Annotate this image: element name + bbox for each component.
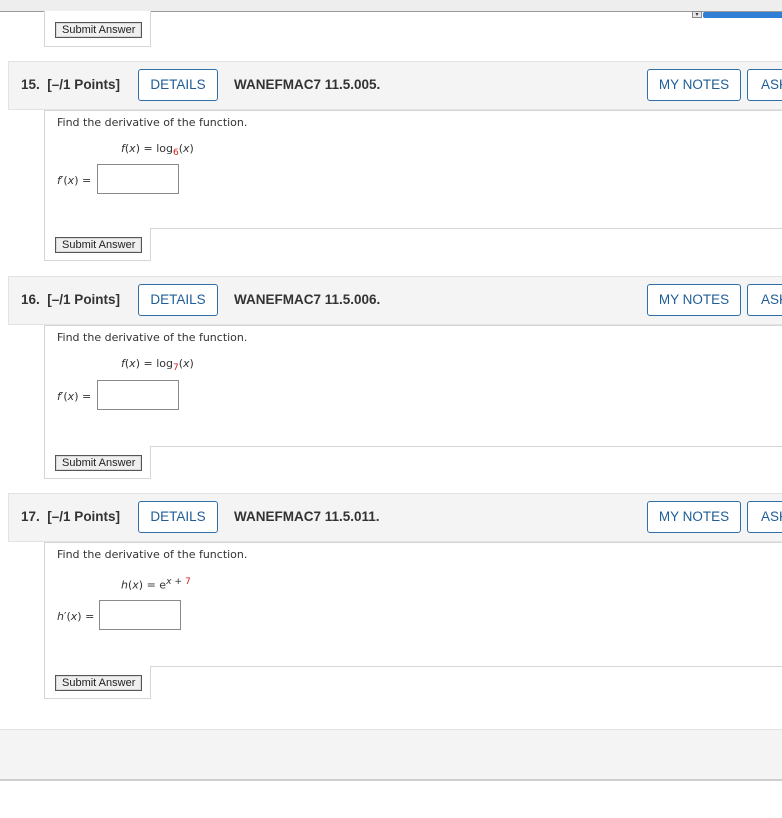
- details-button[interactable]: DETAILS: [138, 501, 218, 533]
- ask-your-teacher-button[interactable]: ASK YOUR TEACHER: [747, 69, 782, 101]
- divider: [150, 666, 782, 667]
- question-number: 16. [–/1 Points]: [21, 292, 121, 307]
- ask-your-teacher-button[interactable]: ASK YOUR TEACHER: [747, 284, 782, 316]
- my-notes-button[interactable]: MY NOTES: [647, 501, 741, 533]
- page-footer: [0, 729, 782, 781]
- answer-label: f′(x) =: [57, 174, 92, 187]
- details-button[interactable]: DETAILS: [138, 284, 218, 316]
- submit-answer-button-14[interactable]: Submit Answer: [55, 22, 143, 38]
- submit-answer-button-16[interactable]: Submit Answer: [55, 455, 143, 471]
- question-prompt: Find the derivative of the function.: [57, 116, 248, 129]
- question-prompt: Find the derivative of the function.: [57, 331, 248, 344]
- my-notes-button[interactable]: MY NOTES: [647, 284, 741, 316]
- question-header-16: 16. [–/1 Points] DETAILS WANEFMAC7 11.5.…: [8, 276, 782, 325]
- question-header-15: 15. [–/1 Points] DETAILS WANEFMAC7 11.5.…: [8, 61, 782, 110]
- function-expression: f(x) = log6(x): [121, 142, 194, 159]
- log-base: 7: [172, 363, 179, 374]
- question-code: WANEFMAC7 11.5.005.: [234, 77, 381, 92]
- answer-input-15[interactable]: [97, 164, 179, 194]
- my-notes-button[interactable]: MY NOTES: [647, 69, 741, 101]
- question-prompt: Find the derivative of the function.: [57, 548, 248, 561]
- answer-input-17[interactable]: [99, 600, 181, 630]
- dropdown-arrow-icon[interactable]: ▾: [692, 11, 702, 18]
- exponent-constant: 7: [185, 576, 191, 587]
- answer-label: f′(x) =: [57, 390, 92, 403]
- function-expression: f(x) = log7(x): [121, 357, 194, 374]
- question-number: 15. [–/1 Points]: [21, 77, 121, 92]
- ask-your-teacher-button[interactable]: ASK YOUR TEACHER: [747, 501, 782, 533]
- divider: [150, 446, 782, 447]
- details-button[interactable]: DETAILS: [138, 69, 218, 101]
- function-expression: h(x) = ex + 7: [121, 576, 191, 592]
- question-header-17: 17. [–/1 Points] DETAILS WANEFMAC7 11.5.…: [8, 493, 782, 542]
- question-code: WANEFMAC7 11.5.006.: [234, 292, 381, 307]
- submit-answer-button-15[interactable]: Submit Answer: [55, 237, 143, 253]
- log-base: 6: [172, 148, 179, 159]
- question-code: WANEFMAC7 11.5.011.: [234, 509, 380, 524]
- question-number: 17. [–/1 Points]: [21, 509, 121, 524]
- answer-input-16[interactable]: [97, 380, 179, 410]
- progress-bar: [703, 12, 782, 18]
- answer-label: h′(x) =: [57, 610, 95, 623]
- submit-answer-button-17[interactable]: Submit Answer: [55, 675, 143, 691]
- divider: [150, 228, 782, 229]
